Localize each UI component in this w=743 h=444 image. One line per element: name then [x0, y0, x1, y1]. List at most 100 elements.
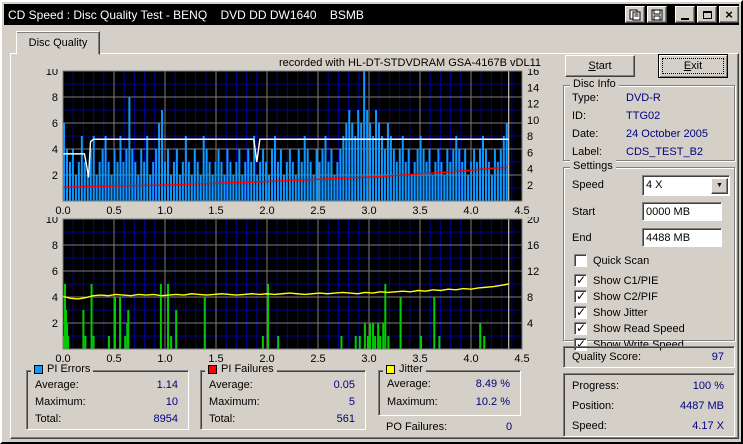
pif-total-label: Total:: [209, 413, 236, 425]
svg-text:3.0: 3.0: [361, 353, 376, 365]
svg-text:2.5: 2.5: [310, 353, 325, 365]
disc-label-value: CDS_TEST_B2: [626, 146, 704, 158]
pie-maximum-value: 10: [165, 396, 178, 408]
svg-text:1.0: 1.0: [157, 353, 172, 365]
disc-info-group: Disc Info Type: DVD-R ID: TTG02 Date: 24…: [563, 78, 735, 161]
svg-text:8: 8: [52, 92, 58, 104]
chevron-down-icon[interactable]: ▼: [711, 177, 728, 194]
quality-score-value: 97: [711, 351, 724, 363]
disc-type-value: DVD-R: [626, 92, 661, 104]
po-failures-label: PO Failures:: [386, 421, 448, 433]
end-value: 4488 MB: [646, 232, 691, 244]
checkbox-icon[interactable]: ✓: [574, 305, 587, 319]
settings-group: Settings Speed 4 X ▼ Start 0000 MB End 4…: [563, 160, 735, 351]
checkbox-show-c2-pif[interactable]: ✓ Show C2/PIF: [574, 289, 658, 303]
disc-date-value: 24 October 2005: [626, 128, 708, 140]
checkbox-icon[interactable]: ✓: [574, 254, 587, 267]
svg-text:2.5: 2.5: [310, 205, 325, 217]
svg-text:8: 8: [527, 292, 533, 304]
floppy-disk-icon: [651, 9, 663, 20]
speed-value: 4 X: [646, 179, 663, 191]
pif-average-label: Average:: [209, 379, 253, 391]
svg-text:0.0: 0.0: [55, 205, 70, 217]
svg-text:10: 10: [46, 69, 58, 78]
close-button[interactable]: ×: [719, 6, 739, 23]
svg-text:14: 14: [527, 82, 539, 94]
copy-icon[interactable]: [625, 6, 645, 23]
checkbox-show-jitter[interactable]: ✓ Show Jitter: [574, 305, 647, 319]
jitter-maximum-label: Maximum:: [387, 396, 438, 408]
focus-rect: [662, 58, 724, 74]
checkbox-icon[interactable]: ✓: [574, 289, 587, 303]
pie-total-value: 8954: [153, 413, 178, 425]
pi-errors-chart: 2 4 6 8 10 2 4 6 8 10 12 14 16 0.0 0.5 1.0 1.5 2.0 2.5 3.0 3…: [46, 69, 540, 217]
maximize-button[interactable]: [697, 6, 717, 23]
start-button[interactable]: Start: [565, 55, 635, 77]
settings-title: Settings: [570, 160, 616, 172]
checkbox-icon[interactable]: ✓: [574, 273, 587, 287]
disc-label-label: Label:: [572, 146, 602, 158]
checkbox-show-read-speed[interactable]: ✓ Show Read Speed: [574, 321, 685, 335]
svg-text:4.5: 4.5: [514, 353, 529, 365]
titlebar[interactable]: CD Speed : Disc Quality Test - BENQ DVD …: [4, 4, 739, 25]
pi-failures-legend-icon: [208, 365, 217, 374]
svg-text:0.5: 0.5: [106, 353, 121, 365]
svg-text:6: 6: [52, 266, 58, 278]
speed-readout-value: 4.17 X: [692, 420, 724, 432]
progress-label: Progress:: [572, 380, 620, 392]
quality-score-label: Quality Score:: [572, 351, 642, 363]
progress-panel: Progress: 100 % Position: 4487 MB Speed:…: [563, 373, 735, 437]
svg-text:16: 16: [527, 240, 539, 252]
exit-button[interactable]: Exit: [658, 54, 728, 78]
maximize-icon: [702, 10, 712, 19]
end-field[interactable]: 4488 MB: [642, 228, 722, 247]
svg-text:16: 16: [527, 69, 539, 78]
minimize-icon: [681, 17, 689, 20]
pie-total-label: Total:: [35, 413, 62, 425]
svg-text:4: 4: [52, 292, 58, 304]
jitter-legend-icon: [386, 365, 395, 374]
start-field[interactable]: 0000 MB: [642, 202, 722, 221]
disc-id-label: ID:: [572, 110, 587, 122]
svg-text:2: 2: [52, 170, 58, 182]
pi-errors-stats-title: PI Errors: [31, 363, 94, 375]
disc-quality-panel: recorded with HL-DT-STDVDRAM GSA-4167B v…: [10, 53, 739, 439]
app-window: CD Speed : Disc Quality Test - BENQ DVD …: [0, 0, 743, 444]
window-title: CD Speed : Disc Quality Test - BENQ DVD …: [8, 7, 364, 22]
pif-average-value: 0.05: [333, 379, 355, 391]
save-icon[interactable]: [647, 6, 667, 23]
svg-text:8: 8: [52, 240, 58, 252]
svg-text:4: 4: [52, 144, 58, 156]
checkbox-show-c1-pie[interactable]: ✓ Show C1/PIE: [574, 273, 658, 287]
svg-text:0.5: 0.5: [106, 205, 121, 217]
jitter-stats-panel: Jitter Average: 8.49 % Maximum: 10.2 %: [378, 363, 521, 416]
svg-text:4.0: 4.0: [463, 353, 478, 365]
svg-text:4.0: 4.0: [463, 205, 478, 217]
pif-maximum-label: Maximum:: [209, 396, 260, 408]
svg-text:4: 4: [527, 318, 533, 330]
pi-errors-legend-icon: [34, 365, 43, 374]
checkbox-quick-scan[interactable]: ✓ Quick Scan: [574, 254, 649, 267]
pi-errors-stats-panel: PI Errors Average: 1.14 Maximum: 10 Tota…: [26, 363, 189, 430]
checkbox-icon[interactable]: ✓: [574, 321, 587, 335]
speed-select[interactable]: 4 X ▼: [642, 175, 730, 196]
jitter-average-label: Average:: [387, 378, 431, 390]
position-value: 4487 MB: [679, 400, 724, 412]
svg-text:20: 20: [527, 217, 539, 226]
progress-value: 100 %: [692, 380, 724, 392]
minimize-button[interactable]: [675, 6, 695, 23]
quality-score-panel: Quality Score: 97: [563, 346, 735, 368]
jitter-average-value: 8.49 %: [475, 378, 510, 390]
svg-text:1.0: 1.0: [157, 205, 172, 217]
svg-text:3.5: 3.5: [412, 205, 427, 217]
svg-text:2: 2: [527, 180, 533, 192]
tab-disc-quality[interactable]: Disc Quality: [16, 31, 100, 55]
recorded-with-text: recorded with HL-DT-STDVDRAM GSA-4167B v…: [278, 57, 541, 69]
speed-label: Speed: [572, 179, 604, 191]
pi-failures-stats-panel: PI Failures Average: 0.05 Maximum: 5 Tot…: [200, 363, 366, 430]
svg-text:6: 6: [52, 118, 58, 130]
end-label: End: [572, 232, 592, 244]
pif-total-value: 561: [336, 413, 355, 425]
po-failures-value: 0: [506, 421, 513, 433]
tab-label: Disc Quality: [28, 37, 88, 49]
